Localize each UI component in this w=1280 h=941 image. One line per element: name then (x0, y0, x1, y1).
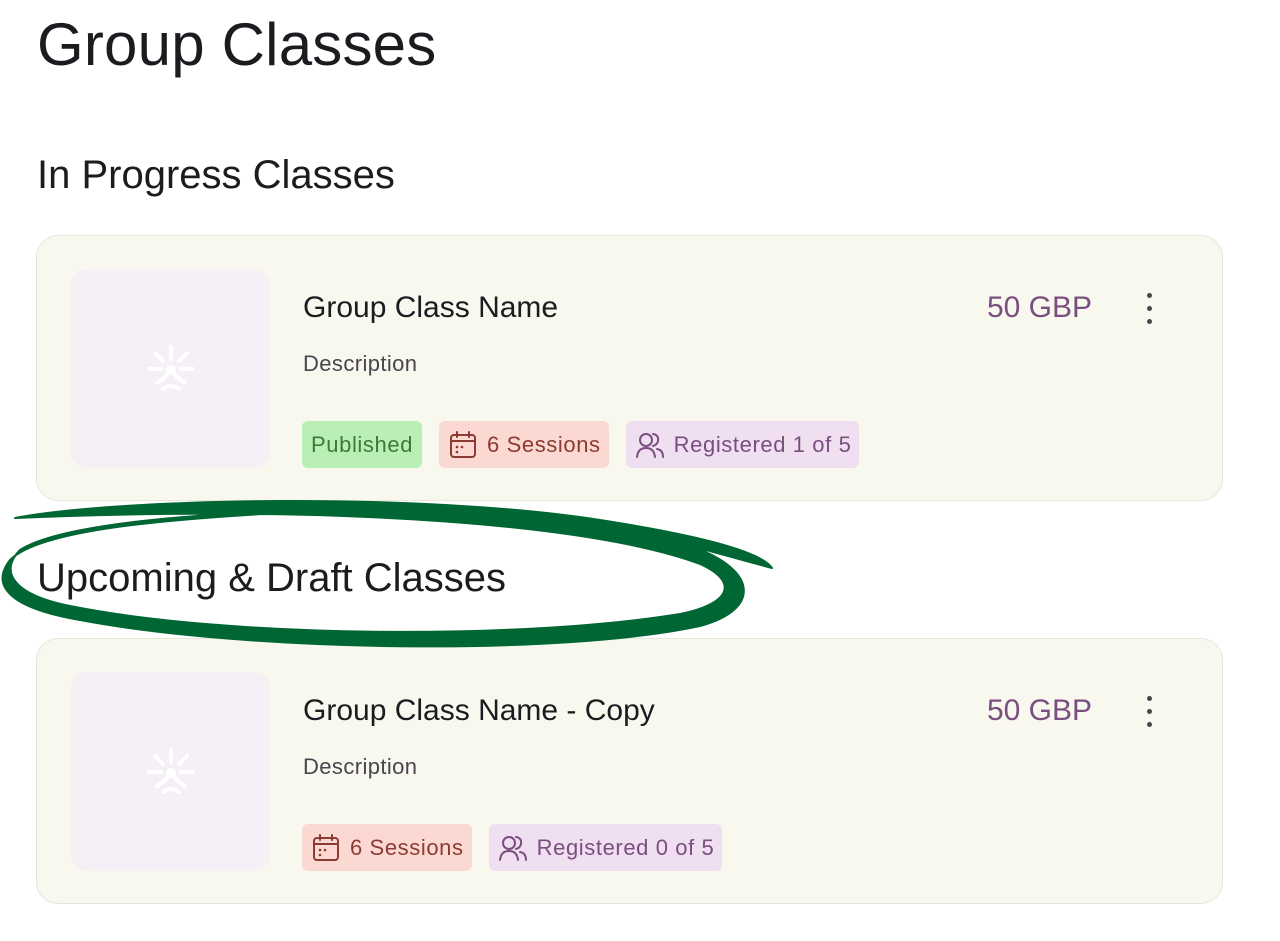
calendar-icon (313, 833, 339, 861)
group-classes-page: Group Classes In Progress Classes Group … (0, 0, 1280, 941)
class-description: Description (303, 754, 418, 779)
class-price: 50 GBP (986, 694, 1092, 727)
section-title-in-progress: In Progress Classes (37, 153, 395, 197)
sessions-label: 6 Sessions (487, 431, 601, 457)
class-name[interactable]: Group Class Name - Copy (303, 691, 655, 731)
more-vertical-icon (1146, 292, 1152, 298)
placeholder-logo-icon (146, 344, 195, 391)
users-icon (498, 835, 527, 861)
users-icon (635, 432, 664, 458)
registered-badge: Registered 0 of 5 (488, 824, 723, 871)
class-chips: Published 6 Sessions Registered 1 of 5 (302, 421, 860, 468)
registered-label: Registered 0 of 5 (536, 834, 715, 860)
class-price: 50 GBP (986, 291, 1092, 324)
class-chips: 6 Sessions Registered 0 of 5 (302, 824, 723, 871)
page-title: Group Classes (37, 11, 437, 78)
status-badge: Published (302, 421, 423, 468)
calendar-icon (450, 430, 477, 458)
status-label: Published (311, 431, 414, 457)
sessions-badge: 6 Sessions (302, 824, 472, 871)
placeholder-logo-icon (146, 747, 195, 794)
class-card[interactable]: Group Class Name Description 50 GBP Publ… (36, 235, 1223, 501)
more-options-button[interactable] (1127, 687, 1171, 735)
sessions-label: 6 Sessions (350, 834, 464, 860)
registered-label: Registered 1 of 5 (673, 431, 852, 457)
sessions-badge: 6 Sessions (439, 421, 609, 468)
class-card[interactable]: Group Class Name - Copy Description 50 G… (36, 638, 1223, 904)
class-description: Description (303, 351, 418, 376)
class-thumbnail (71, 269, 270, 468)
more-options-button[interactable] (1127, 284, 1171, 332)
section-title-upcoming: Upcoming & Draft Classes (37, 556, 507, 600)
registered-badge: Registered 1 of 5 (625, 421, 860, 468)
more-vertical-icon (1146, 695, 1152, 701)
class-name[interactable]: Group Class Name (303, 288, 558, 328)
class-thumbnail (71, 672, 270, 871)
